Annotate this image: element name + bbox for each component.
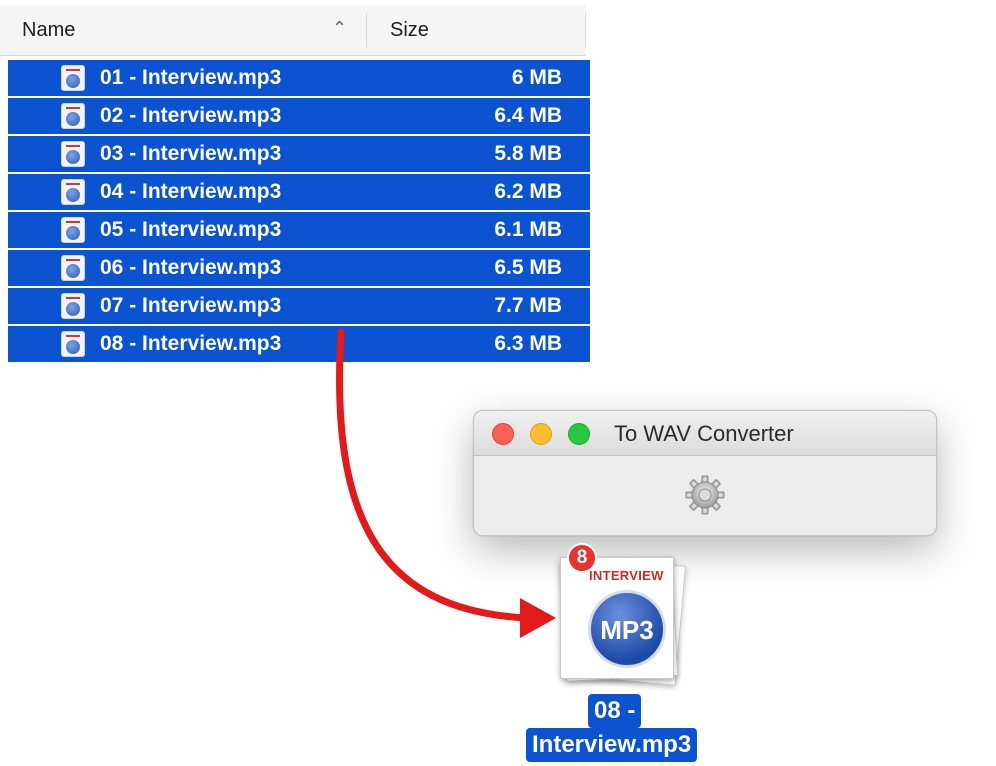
file-name: 08 - Interview.mp3 [100,332,282,355]
file-name: 02 - Interview.mp3 [100,104,282,127]
close-button[interactable] [492,423,514,445]
file-row[interactable]: 04 - Interview.mp3 6.2 MB [8,174,590,210]
doc-label: INTERVIEW [589,568,664,583]
drag-count-badge: 8 [567,543,597,573]
drag-preview-stack: INTERVIEW MP3 [555,555,690,690]
list-header: Name ⌃ Size [0,5,586,56]
file-size: 6 MB [511,66,562,89]
file-rows: 01 - Interview.mp3 6 MB 02 - Interview.mp… [8,60,590,364]
file-name: 03 - Interview.mp3 [100,142,282,165]
file-row[interactable]: 03 - Interview.mp3 5.8 MB [8,136,590,172]
mp3-file-icon [62,256,84,280]
finder-file-list: Name ⌃ Size 01 - Interview.mp3 6 MB 02 - … [0,0,590,372]
mp3-disc-icon: MP3 [588,590,666,668]
mp3-file-icon [62,332,84,356]
file-row[interactable]: 01 - Interview.mp3 6 MB [8,60,590,96]
file-size: 7.7 MB [494,294,562,317]
file-row[interactable]: 02 - Interview.mp3 6.4 MB [8,98,590,134]
file-name: 01 - Interview.mp3 [100,66,282,89]
mp3-file-icon [62,218,84,242]
window-titlebar[interactable]: To WAV Converter [474,411,936,456]
file-size: 6.2 MB [494,180,562,203]
column-divider[interactable] [366,13,367,47]
column-header-name[interactable]: Name [22,19,75,42]
drag-file-label-line2: Interview.mp3 [526,728,698,762]
file-size: 5.8 MB [494,142,562,165]
file-size: 6.1 MB [494,218,562,241]
zoom-button[interactable] [568,423,590,445]
file-name: 06 - Interview.mp3 [100,256,282,279]
minimize-button[interactable] [530,423,552,445]
drag-file-label-line1: 08 - [588,694,642,728]
gear-icon[interactable] [685,475,725,515]
mp3-label: MP3 [600,615,654,645]
column-header-size[interactable]: Size [390,19,429,42]
mp3-file-icon [62,104,84,128]
mp3-file-icon [62,142,84,166]
chevron-up-icon[interactable]: ⌃ [332,18,347,39]
file-row[interactable]: 07 - Interview.mp3 7.7 MB [8,288,590,324]
file-name: 04 - Interview.mp3 [100,180,282,203]
mp3-file-icon [62,180,84,204]
window-title: To WAV Converter [614,421,794,446]
file-row[interactable]: 05 - Interview.mp3 6.1 MB [8,212,590,248]
column-divider[interactable] [585,13,586,47]
mp3-file-icon [62,294,84,318]
mp3-document-icon: INTERVIEW MP3 [560,557,674,679]
file-row[interactable]: 08 - Interview.mp3 6.3 MB [8,326,590,362]
file-size: 6.5 MB [494,256,562,279]
file-name: 07 - Interview.mp3 [100,294,282,317]
file-name: 05 - Interview.mp3 [100,218,282,241]
converter-app-window[interactable]: To WAV Converter [473,410,937,536]
file-row[interactable]: 06 - Interview.mp3 6.5 MB [8,250,590,286]
file-size: 6.4 MB [494,104,562,127]
file-size: 6.3 MB [494,332,562,355]
mp3-file-icon [62,66,84,90]
